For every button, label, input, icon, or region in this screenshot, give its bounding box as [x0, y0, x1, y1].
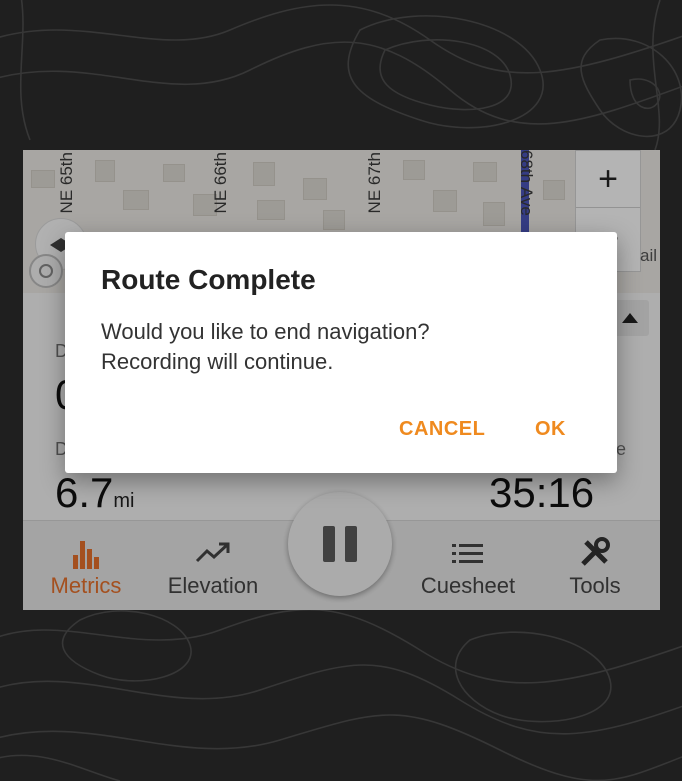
- dialog-message-line-1: Would you like to end navigation?: [101, 319, 430, 344]
- dialog-message: Would you like to end navigation? Record…: [101, 317, 561, 377]
- dialog-message-line-2: Recording will continue.: [101, 349, 334, 374]
- route-complete-dialog: Route Complete Would you like to end nav…: [65, 232, 617, 473]
- dialog-title: Route Complete: [101, 264, 316, 295]
- cancel-button[interactable]: CANCEL: [399, 418, 485, 441]
- ok-button[interactable]: OK: [535, 418, 566, 441]
